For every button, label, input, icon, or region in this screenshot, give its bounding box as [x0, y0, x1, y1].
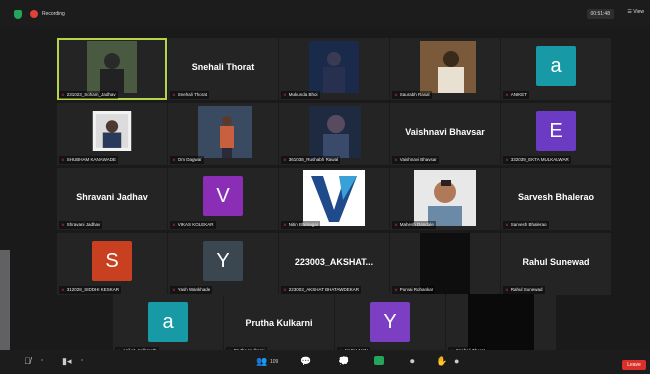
participant-grid: 231023_Soham_Jadhav Snehali Thorat Sneha… — [0, 0, 650, 374]
participant-tile[interactable]: Snehali Thorat — [446, 294, 556, 356]
participant-display-name: Vaishnavi Bhavsar — [405, 127, 485, 137]
participant-tile[interactable]: 361038_Rushabh Rawal — [279, 103, 389, 165]
participant-name-label: Nitin Bhirsagar — [281, 221, 321, 229]
participant-display-name: Sarvesh Bhalerao — [517, 192, 595, 202]
participant-tile[interactable]: Y YASH JAIN — [335, 294, 445, 356]
participant-avatar: a — [148, 302, 188, 342]
participant-tile[interactable]: Vaishnavi Bhavsar Vaishnavi Bhavsar — [390, 103, 500, 165]
share-screen-icon[interactable] — [374, 356, 384, 365]
participant-tile[interactable]: Nitin Bhirsagar — [279, 168, 389, 230]
participant-display-name: Prutha Kulkarni — [245, 318, 313, 328]
participant-name-label: 312028_SIDDHI KESKAR — [59, 286, 122, 294]
participant-display-name: Rahul Sunewad — [522, 257, 590, 267]
participant-display-name: 223003_AKSHAT... — [294, 257, 374, 267]
stop-video-icon[interactable]: ▮◂ — [62, 356, 71, 367]
participant-tile[interactable]: SHUBHAM KANAWADE — [57, 103, 167, 165]
participant-tile[interactable]: Sarvesh Bhalerao Sarvesh Bhalerao — [501, 168, 611, 230]
participant-name-label: SHUBHAM KANAWADE — [59, 156, 118, 164]
participant-video — [198, 106, 252, 158]
participant-name-label: Om Dagwar — [170, 156, 204, 164]
participant-video — [309, 41, 359, 93]
participant-avatar: a — [536, 46, 576, 86]
participant-avatar: Y — [370, 302, 410, 342]
participant-name-label: Purvai Rohankar — [392, 286, 436, 294]
participant-name-label: ANIKET — [503, 91, 530, 99]
participant-name-label: 223003_AKSHAT BHATAWDEKAR — [281, 286, 362, 294]
participant-tile[interactable]: Purvai Rohankar — [390, 233, 500, 295]
participant-name-label: 231023_Soham_Jadhav — [59, 91, 118, 99]
participant-name-label: Saurabh Rasal — [392, 91, 432, 99]
participant-tile[interactable]: S 312028_SIDDHI KESKAR — [57, 233, 167, 295]
participant-name-label: VIKAS KOLEKAR — [170, 221, 216, 229]
participant-tile[interactable]: E 332039_EKTA MULKALWAR — [501, 103, 611, 165]
participant-tile[interactable]: Y Yash Wankhade — [168, 233, 278, 295]
participants-icon[interactable]: 👥 — [256, 356, 267, 367]
participant-tile[interactable]: 223003_AKSHAT... 223003_AKSHAT BHATAWDEK… — [279, 233, 389, 295]
company-logo-icon — [303, 170, 365, 226]
meeting-controls-bar: 🎙̸ ⌃ ▮◂ ⌃ 👥 109 💬 💭 ⏺ ✋ ● Leave — [0, 350, 650, 374]
more-options-icon[interactable]: ● — [454, 356, 459, 366]
participant-video — [92, 111, 132, 151]
video-options-chevron-icon[interactable]: ⌃ — [80, 359, 84, 365]
reactions-icon[interactable]: 💭 — [338, 356, 349, 367]
participant-tile[interactable]: Mukunda Bhoi — [279, 38, 389, 100]
participant-tile[interactable]: V VIKAS KOLEKAR — [168, 168, 278, 230]
participant-avatar: Y — [203, 241, 243, 281]
mute-icon[interactable]: 🎙̸ — [24, 356, 31, 366]
participant-avatar: V — [203, 176, 243, 216]
participant-video — [420, 41, 476, 93]
participant-tile[interactable]: a ANIKET — [501, 38, 611, 100]
participant-name-label: Sarvesh Bhalerao — [503, 221, 549, 229]
participant-name-label: Mahesh Dandale — [392, 221, 436, 229]
participant-avatar: S — [92, 241, 132, 281]
participant-tile[interactable]: Shravani Jadhav Shravani Jadhav — [57, 168, 167, 230]
participant-tile[interactable]: Mahesh Dandale — [390, 168, 500, 230]
participant-tile[interactable]: Om Dagwar — [168, 103, 278, 165]
participant-display-name: Shravani Jadhav — [76, 192, 148, 202]
participant-tile[interactable]: Snehali Thorat Snehali Thorat — [168, 38, 278, 100]
participant-name-label: Vaishnavi Bhavsar — [392, 156, 439, 164]
participant-name-label: 361038_Rushabh Rawal — [281, 156, 341, 164]
participant-video — [414, 170, 476, 226]
participant-tile[interactable]: Prutha Kulkarni Prutha Kulkarni — [224, 294, 334, 356]
participant-name-label: 332039_EKTA MULKALWAR — [503, 156, 571, 164]
chat-icon[interactable]: 💬 — [300, 356, 311, 367]
audio-options-chevron-icon[interactable]: ⌃ — [40, 359, 44, 365]
raise-hand-icon[interactable]: ✋ — [436, 356, 447, 367]
record-icon[interactable]: ⏺ — [410, 356, 415, 367]
participant-name-label: Snehali Thorat — [170, 91, 209, 99]
participant-name-label: Yash Wankhade — [170, 286, 213, 294]
participant-tile[interactable]: 231023_Soham_Jadhav — [57, 38, 167, 100]
participant-tile[interactable]: a Aniket_Kalbmath — [113, 294, 223, 356]
participant-name-label: Rahul Sunewad — [503, 286, 545, 294]
participant-name-label: Shravani Jadhav — [59, 221, 103, 229]
participants-count: 109 — [270, 359, 279, 365]
participant-tile[interactable]: Rahul Sunewad Rahul Sunewad — [501, 233, 611, 295]
leave-button[interactable]: Leave — [622, 360, 646, 370]
participant-avatar: E — [536, 111, 576, 151]
participant-video — [309, 106, 361, 158]
participant-display-name: Snehali Thorat — [191, 62, 255, 72]
participant-name-label: Mukunda Bhoi — [281, 91, 320, 99]
participant-tile[interactable]: Saurabh Rasal — [390, 38, 500, 100]
participant-video — [87, 41, 137, 93]
